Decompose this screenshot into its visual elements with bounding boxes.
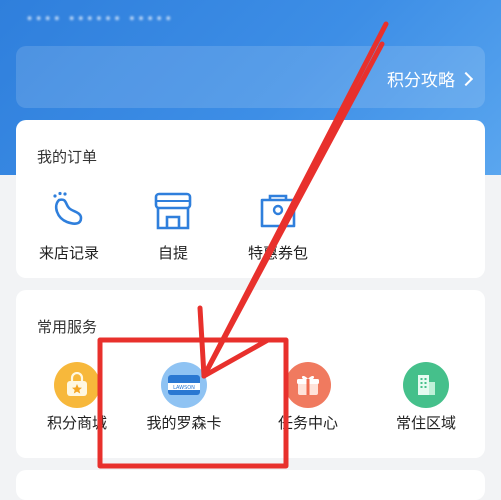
order-item-label: 特惠券包: [247, 244, 308, 262]
chevron-right-icon: [458, 71, 474, 86]
service-item-resident-area[interactable]: 常住区域: [381, 362, 471, 433]
shopping-bag-icon: [54, 362, 100, 408]
my-orders-title: 我的订单: [37, 148, 98, 166]
my-orders-card: 我的订单 来店记录 自提 特惠券包: [16, 120, 485, 278]
service-item-task-center[interactable]: 任务中心: [263, 362, 353, 433]
footprint-icon: [53, 191, 83, 225]
common-services-title: 常用服务: [37, 318, 98, 336]
card-logo-text: LAWSON: [173, 385, 195, 391]
order-item-coupon-pack[interactable]: 特惠券包: [233, 190, 323, 263]
order-item-visit-records[interactable]: 来店记录: [24, 190, 114, 263]
points-strategy-label: 积分攻略: [387, 71, 455, 91]
order-item-pickup[interactable]: 自提: [128, 190, 218, 263]
status-text: •••• •••••• •••••: [26, 12, 174, 26]
points-strategy-card[interactable]: 积分攻略: [16, 46, 485, 108]
gift-icon: [285, 362, 331, 408]
order-item-label: 来店记录: [38, 244, 99, 262]
service-item-label: 常住区域: [395, 414, 456, 432]
common-services-card: 常用服务 积分商城 LAWSON 我的罗森卡 任务中心 常住区域: [16, 290, 485, 458]
lawson-card-icon: LAWSON: [161, 362, 207, 408]
points-strategy-link[interactable]: 积分攻略: [387, 66, 474, 91]
building-icon: [403, 362, 449, 408]
service-item-label: 任务中心: [277, 414, 338, 432]
order-item-label: 自提: [157, 244, 188, 262]
service-item-label: 我的罗森卡: [146, 414, 222, 432]
coupon-bag-icon: [260, 194, 296, 228]
next-card: [16, 470, 485, 500]
service-item-points-mall[interactable]: 积分商城: [32, 362, 122, 433]
service-item-lawson-card[interactable]: LAWSON 我的罗森卡: [139, 362, 229, 433]
store-icon: [154, 192, 192, 230]
service-item-label: 积分商城: [46, 414, 107, 432]
